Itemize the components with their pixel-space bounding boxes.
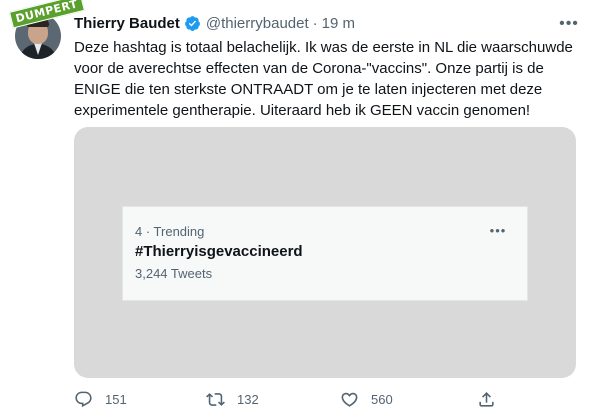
tweet-text-line: experimentele gentherapie. Uiteraard heb… (74, 102, 531, 119)
tweet-text: Deze hashtag is totaal belachelijk. Ik w… (74, 37, 579, 121)
tweet-timestamp[interactable]: 19 m (322, 15, 355, 32)
retweet-count: 132 (237, 391, 259, 407)
reply-count: 151 (105, 391, 127, 407)
tweet-text-line: voor de averechtse effecten van de Coron… (74, 60, 544, 77)
author-name[interactable]: Thierry Baudet (74, 15, 180, 32)
trend-meta: 4 · Trending (135, 224, 205, 239)
more-options-button[interactable]: ••• (556, 14, 582, 34)
reply-button[interactable]: 151 (74, 388, 127, 410)
trend-hashtag: #Thierryisgevaccineerd (135, 243, 303, 260)
tweet: DUMPERT Thierry Baudet @thierrybaudet · … (0, 0, 600, 417)
trending-card: 4 · Trending #Thierryisgevaccineerd 3,24… (122, 206, 528, 301)
retweet-button[interactable]: 132 (206, 388, 259, 410)
verified-badge-icon (184, 15, 200, 31)
header-separator: · (312, 14, 318, 32)
tweet-text-line: ENIGE die ten sterkste ONTRAADT om je te… (74, 81, 543, 98)
like-button[interactable]: 560 (340, 388, 393, 410)
like-count: 560 (371, 391, 393, 407)
reply-icon (75, 391, 92, 407)
trend-more-icon: ••• (489, 222, 507, 238)
heart-icon (341, 392, 358, 407)
author-handle[interactable]: @thierrybaudet (206, 15, 309, 32)
tweet-text-line: Deze hashtag is totaal belachelijk. Ik w… (74, 39, 573, 56)
share-button[interactable] (477, 388, 496, 410)
share-icon (479, 391, 494, 407)
tweet-header: Thierry Baudet @thierrybaudet · 19 m (74, 12, 355, 34)
tweet-media-image[interactable]: 4 · Trending #Thierryisgevaccineerd 3,24… (74, 127, 576, 378)
tweet-actions: 151 132 560 (74, 388, 504, 410)
more-options-icon: ••• (559, 15, 579, 32)
retweet-icon (206, 392, 225, 406)
trend-tweet-count: 3,244 Tweets (135, 266, 213, 281)
